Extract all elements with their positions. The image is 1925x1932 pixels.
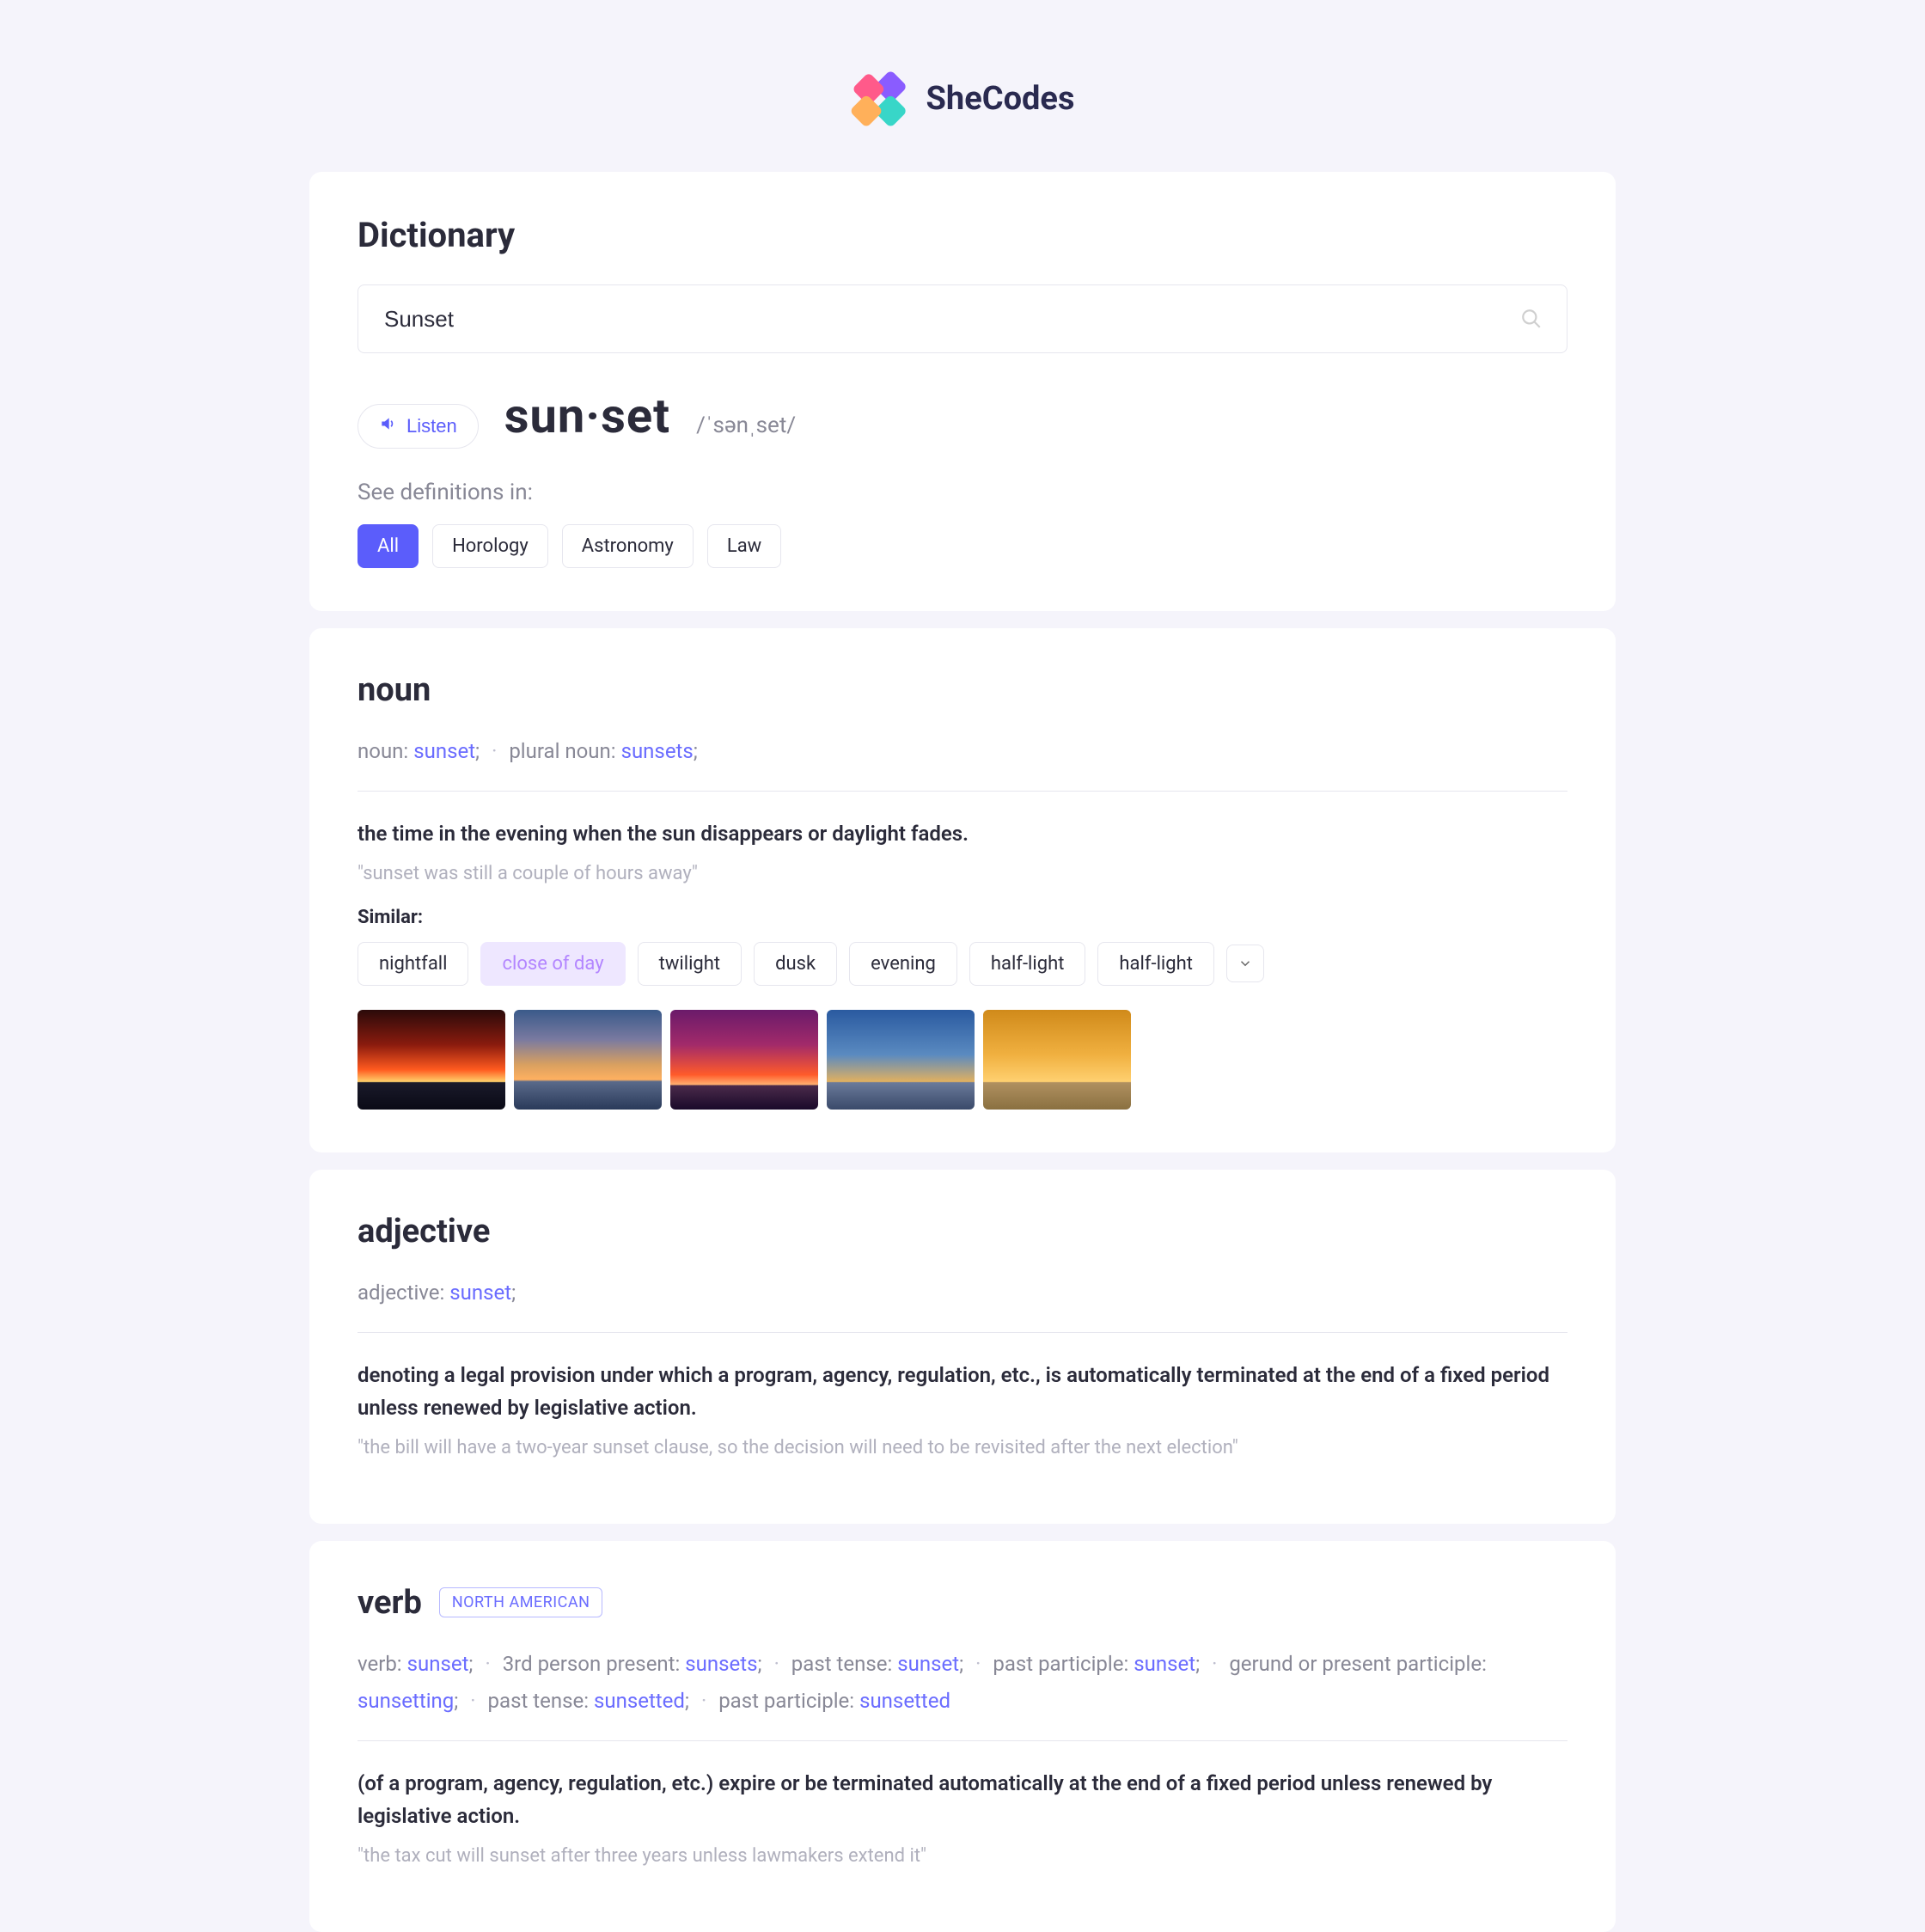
speaker-icon	[379, 415, 396, 437]
sunset-thumbnail[interactable]	[358, 1010, 505, 1110]
category-tab[interactable]: Astronomy	[562, 524, 694, 568]
verb-card: verb NORTH AMERICAN verb: sunset; · 3rd …	[309, 1541, 1616, 1932]
divider	[358, 1332, 1568, 1333]
category-tab[interactable]: All	[358, 524, 419, 568]
divider	[358, 1740, 1568, 1741]
phonetic: /ˈsənˌset/	[696, 412, 796, 438]
noun-forms: noun: sunset; · plural noun: sunsets;	[358, 733, 1568, 770]
category-tab[interactable]: Law	[707, 524, 781, 568]
adjective-forms: adjective: sunset;	[358, 1275, 1568, 1311]
noun-card: noun noun: sunset; · plural noun: sunset…	[309, 628, 1616, 1152]
sunset-thumbnail[interactable]	[670, 1010, 818, 1110]
similar-chip[interactable]: evening	[849, 942, 957, 986]
listen-label: Listen	[406, 415, 457, 437]
similar-chips: nightfall close of day twilight dusk evening…	[358, 942, 1568, 986]
sunset-thumbnail[interactable]	[827, 1010, 975, 1110]
search-icon	[1520, 308, 1543, 330]
category-tabs: All Horology Astronomy Law	[358, 524, 1568, 568]
sunset-thumbnail[interactable]	[514, 1010, 662, 1110]
chevron-down-icon	[1238, 956, 1253, 971]
pos-heading-verb: verb	[358, 1584, 422, 1622]
category-tab[interactable]: Horology	[432, 524, 548, 568]
listen-button[interactable]: Listen	[358, 404, 479, 449]
sunset-thumbnail[interactable]	[983, 1010, 1131, 1110]
image-thumbnails	[358, 1010, 1568, 1110]
pos-heading-adjective: adjective	[358, 1213, 1568, 1250]
search-input[interactable]	[382, 305, 1520, 333]
similar-chip[interactable]: nightfall	[358, 942, 468, 986]
search-field[interactable]	[358, 284, 1568, 353]
similar-chip[interactable]: twilight	[638, 942, 742, 986]
divider	[358, 791, 1568, 792]
adjective-example: "the bill will have a two-year sunset cl…	[358, 1437, 1568, 1458]
noun-example: "sunset was still a couple of hours away…	[358, 863, 1568, 884]
verb-forms: verb: sunset; · 3rd person present: suns…	[358, 1646, 1568, 1720]
region-badge: NORTH AMERICAN	[439, 1587, 603, 1617]
similar-label: Similar:	[358, 907, 1568, 928]
pos-heading-noun: noun	[358, 671, 1568, 709]
verb-definition: (of a program, agency, regulation, etc.)…	[358, 1767, 1568, 1833]
more-similar-button[interactable]	[1226, 945, 1264, 982]
brand-logo-mark	[851, 69, 911, 129]
similar-chip[interactable]: half-light	[969, 942, 1086, 986]
header-card: Dictionary Listen sun·set /ˈsənˌs	[309, 172, 1616, 611]
verb-example: "the tax cut will sunset after three yea…	[358, 1845, 1568, 1867]
similar-chip[interactable]: close of day	[480, 942, 625, 986]
brand-logo: SheCodes	[309, 69, 1616, 129]
similar-chip[interactable]: dusk	[754, 942, 837, 986]
definitions-in-label: See definitions in:	[358, 480, 1568, 505]
adjective-card: adjective adjective: sunset; denoting a …	[309, 1170, 1616, 1524]
page-title: Dictionary	[358, 215, 1568, 255]
similar-chip[interactable]: half-light	[1097, 942, 1214, 986]
noun-definition: the time in the evening when the sun dis…	[358, 817, 1568, 850]
brand-name: SheCodes	[926, 80, 1075, 118]
headword: sun·set	[504, 388, 670, 444]
adjective-definition: denoting a legal provision under which a…	[358, 1359, 1568, 1425]
